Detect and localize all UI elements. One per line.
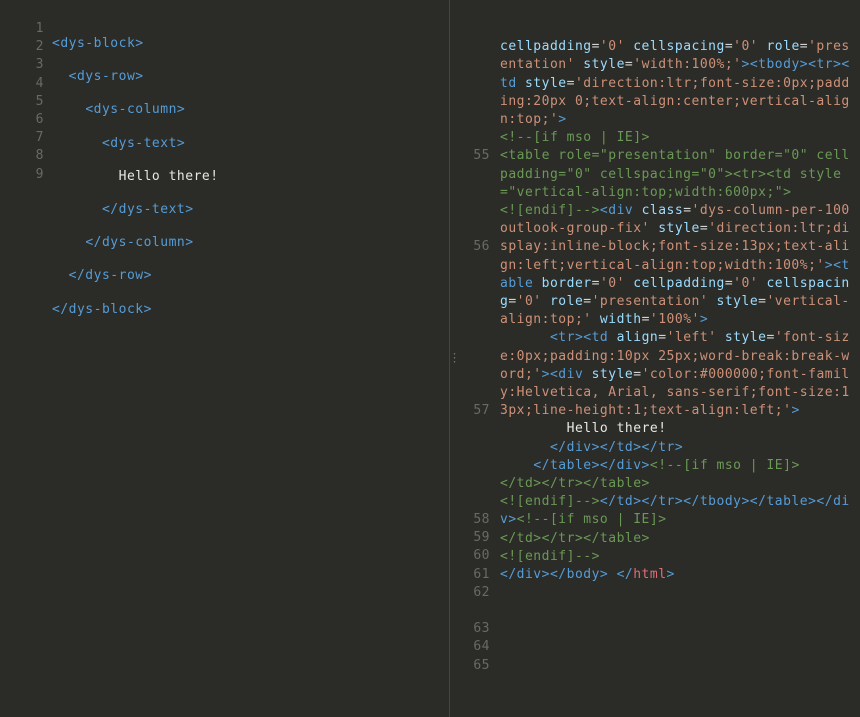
comment-endif-2: <![endif]--> <box>500 494 600 509</box>
tag-dys-block-open: <dys-block> <box>52 36 144 51</box>
comment-close-td-tr-table-2: </td></tr></table> <box>500 531 650 546</box>
tag-div: <div <box>600 203 633 218</box>
code-area-left[interactable]: <dys-block> <dys-row> <dys-column> <dys-… <box>52 0 443 349</box>
attr-role: role <box>766 39 799 54</box>
comment-endif: <![endif]--> <box>500 203 600 218</box>
attr-border: border <box>542 276 592 291</box>
tag-html: html <box>633 567 666 582</box>
tag-dys-column-close: </dys-column> <box>85 235 193 250</box>
editor-left-pane[interactable]: 1 2 3 4 5 6 7 8 9 <dys-block> <dys-row> … <box>0 0 449 717</box>
tag-div2: ><div <box>542 367 584 382</box>
attr-cellspacing: cellspacing <box>633 39 725 54</box>
attr-class: class <box>642 203 684 218</box>
attr-align: align <box>617 330 659 345</box>
comment-table: <table role="presentation" border="0" ce… <box>500 148 850 199</box>
tag-dys-row-open: <dys-row> <box>69 69 144 84</box>
line-gutter-left: 1 2 3 4 5 6 7 8 9 <box>0 0 44 717</box>
tag-dys-text-open: <dys-text> <box>102 136 185 151</box>
comment-endif-3: <![endif]--> <box>500 549 600 564</box>
tag-dys-text-close: </dys-text> <box>102 202 194 217</box>
editor-right-pane[interactable]: 55 56 57 58 59 60 61 62 63 64 65 cellpad… <box>449 0 860 717</box>
comment-mso-if-2: <!--[if mso | IE]> <box>650 458 800 473</box>
comment-close-td-tr-table: </td></tr></table> <box>500 476 650 491</box>
splitter-handle-icon: ··· <box>451 353 457 365</box>
attr-style: style <box>583 57 625 72</box>
text-hello-right: Hello there! <box>567 421 667 436</box>
attr-width: width <box>600 312 642 327</box>
comment-mso-if-3: <!--[if mso | IE]> <box>517 512 667 527</box>
pane-splitter[interactable]: ··· <box>449 0 460 717</box>
tag-close-div-td-tr: </div></td></tr> <box>550 440 683 455</box>
code-area-right[interactable]: cellpadding='0' cellspacing='0' role='pr… <box>500 0 854 603</box>
tag-dys-row-close: </dys-row> <box>69 268 152 283</box>
tag-close-table-div: </table></div> <box>533 458 650 473</box>
text-hello: Hello there! <box>119 169 219 184</box>
tag-dys-block-close: </dys-block> <box>52 302 152 317</box>
tag-close-div-body: </div></body> <box>500 567 608 582</box>
comment-mso-if: <!--[if mso | IE]> <box>500 130 650 145</box>
tag-dys-column-open: <dys-column> <box>85 102 185 117</box>
attr-cellpadding: cellpadding <box>500 39 592 54</box>
tag-tr-td: <tr><td <box>550 330 608 345</box>
